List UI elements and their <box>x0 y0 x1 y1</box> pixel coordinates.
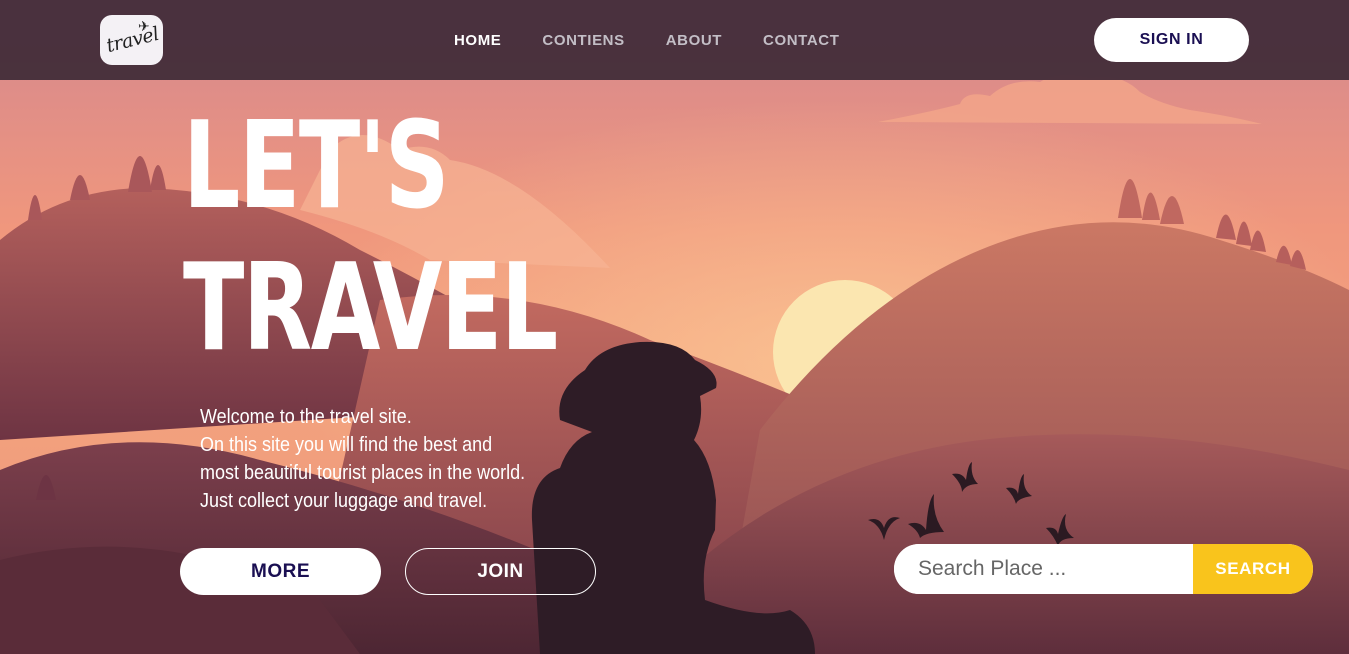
hero-headline: LET'S TRAVEL <box>183 96 558 380</box>
nav-item-contiens[interactable]: CONTIENS <box>542 32 624 49</box>
site-logo[interactable]: ✈ travel <box>100 15 163 65</box>
hero-headline-line-2: TRAVEL <box>183 239 558 378</box>
top-navbar: ✈ travel HOME CONTIENS ABOUT CONTACT SIG… <box>0 0 1349 80</box>
intro-line: Welcome to the travel site. <box>200 406 412 428</box>
hero-headline-line-1: LET'S <box>183 97 450 236</box>
intro-line: Just collect your luggage and travel. <box>200 490 488 512</box>
nav-item-about[interactable]: ABOUT <box>666 32 722 49</box>
join-button[interactable]: JOIN <box>405 548 596 595</box>
main-nav: HOME CONTIENS ABOUT CONTACT <box>454 32 880 49</box>
nav-item-home[interactable]: HOME <box>454 32 501 49</box>
hero-intro-text: Welcome to the travel site. On this site… <box>200 403 620 515</box>
nav-item-contact[interactable]: CONTACT <box>763 32 839 49</box>
intro-line: most beautiful tourist places in the wor… <box>200 462 526 484</box>
intro-line: On this site you will find the best and <box>200 434 493 456</box>
search-bar: SEARCH <box>894 544 1313 594</box>
more-button[interactable]: MORE <box>180 548 381 595</box>
search-button[interactable]: SEARCH <box>1193 544 1313 594</box>
search-place-input[interactable] <box>894 544 1193 594</box>
logo-text: travel <box>104 22 161 58</box>
sign-in-button[interactable]: SIGN IN <box>1094 18 1249 62</box>
